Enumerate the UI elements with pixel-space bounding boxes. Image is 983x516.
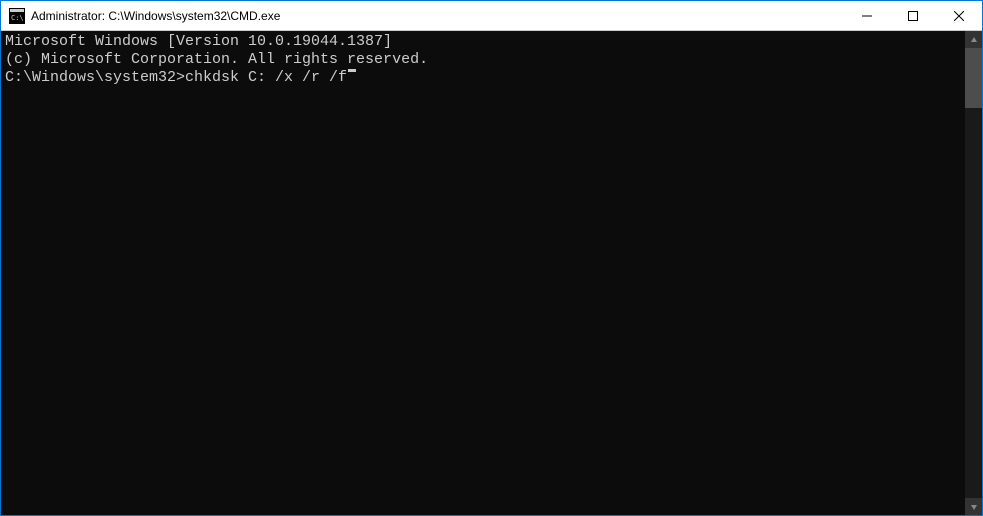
window-controls [844,1,982,30]
window-title: Administrator: C:\Windows\system32\CMD.e… [31,9,844,23]
console-area: Microsoft Windows [Version 10.0.19044.13… [1,31,982,515]
console-output[interactable]: Microsoft Windows [Version 10.0.19044.13… [1,31,965,515]
titlebar[interactable]: C:\ Administrator: C:\Windows\system32\C… [1,1,982,31]
command-input[interactable]: chkdsk C: /x /r /f [185,69,347,87]
output-line: (c) Microsoft Corporation. All rights re… [5,51,961,69]
prompt: C:\Windows\system32> [5,69,185,87]
scroll-up-button[interactable] [965,31,982,48]
cmd-window: C:\ Administrator: C:\Windows\system32\C… [1,1,982,515]
scroll-thumb[interactable] [965,48,982,108]
cursor [348,69,356,72]
prompt-line: C:\Windows\system32>chkdsk C: /x /r /f [5,69,961,87]
scroll-track[interactable] [965,48,982,498]
output-line: Microsoft Windows [Version 10.0.19044.13… [5,33,961,51]
scroll-down-button[interactable] [965,498,982,515]
cmd-icon: C:\ [9,8,25,24]
svg-text:C:\: C:\ [11,14,24,22]
maximize-button[interactable] [890,1,936,30]
minimize-button[interactable] [844,1,890,30]
vertical-scrollbar[interactable] [965,31,982,515]
close-button[interactable] [936,1,982,30]
